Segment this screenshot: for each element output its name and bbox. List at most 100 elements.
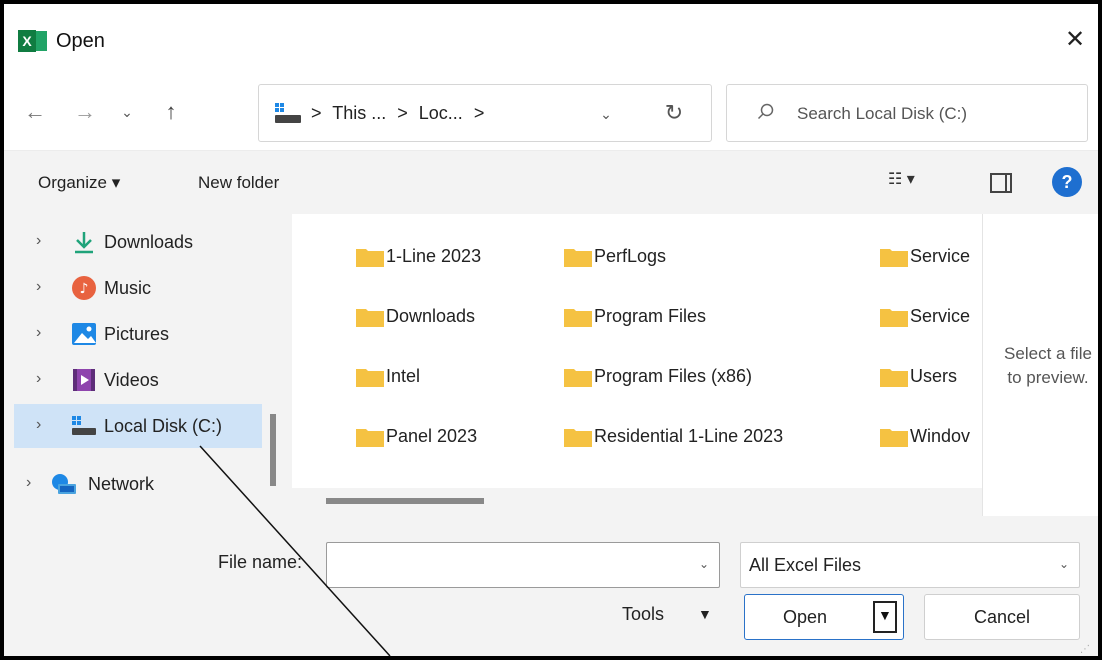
folder-name: Panel 2023: [386, 426, 478, 446]
view-options-button[interactable]: ☷ ▾: [888, 169, 952, 197]
folder-icon: [564, 369, 592, 387]
sidebar-item-label: Videos: [104, 370, 159, 390]
sidebar-item-videos[interactable]: › Videos: [14, 358, 262, 402]
sidebar-item-label: Music: [104, 278, 152, 298]
chevron-right-icon[interactable]: ›: [36, 416, 41, 434]
folder-icon: [880, 429, 908, 447]
preview-pane-button[interactable]: [990, 173, 1012, 193]
folder-name: Service: [910, 306, 971, 326]
folder-icon: [564, 309, 592, 327]
file-list: 1-Line 2023 Downloads Intel Panel 2023 P…: [292, 214, 982, 516]
open-button-label: Open: [783, 607, 828, 627]
resize-grip-icon[interactable]: ⋰: [1080, 644, 1090, 655]
command-bar: Organize ▾ New folder ☷ ▾ ?: [4, 150, 1098, 214]
preview-line: Select a file: [1004, 344, 1092, 363]
folder-icon: [564, 429, 592, 447]
folder-name: Downloads: [386, 306, 476, 326]
breadcrumb-separator[interactable]: >: [474, 103, 485, 123]
chevron-down-icon[interactable]: ⌄: [699, 557, 709, 571]
folder-icon: [880, 249, 908, 267]
network-icon: [52, 474, 76, 494]
address-dropdown-button[interactable]: ⌄: [589, 99, 623, 129]
sidebar-item-pictures[interactable]: › Pictures: [14, 312, 262, 356]
breadcrumb-separator[interactable]: >: [311, 103, 322, 123]
folder-icon: [356, 369, 384, 387]
title-bar: X Open ✕: [4, 4, 1098, 78]
file-name-label: File name:: [218, 552, 303, 572]
close-button[interactable]: ✕: [1054, 20, 1096, 60]
open-button[interactable]: Open ▼: [744, 594, 904, 640]
folder-name: Service: [910, 246, 971, 266]
folder-icon: [356, 309, 384, 327]
breadcrumb: > This ... > Loc... >: [311, 103, 490, 124]
preview-message: Select a file to preview.: [993, 342, 1098, 390]
folder-name: Program Files (x86): [594, 366, 753, 386]
chevron-down-icon[interactable]: ⌄: [1059, 557, 1069, 571]
dialog-footer: File name: ⌄ All Excel Files ⌄ Tools ▼ O…: [4, 516, 1098, 656]
svg-text:X: X: [22, 33, 32, 49]
help-button[interactable]: ?: [1052, 167, 1082, 197]
search-input[interactable]: Search Local Disk (C:): [726, 84, 1088, 142]
folder-name: Users: [910, 366, 958, 386]
music-icon: ♪: [72, 276, 96, 300]
sidebar-item-music[interactable]: › ♪ Music: [14, 266, 262, 310]
folder-name: Intel: [386, 366, 421, 386]
file-type-value: All Excel Files: [749, 555, 862, 575]
sidebar-item-label: Pictures: [104, 324, 170, 344]
folder-name: PerfLogs: [594, 246, 667, 266]
tools-dropdown-icon[interactable]: ▼: [698, 606, 712, 622]
new-folder-button[interactable]: New folder: [198, 173, 279, 193]
chevron-right-icon[interactable]: ›: [26, 474, 31, 492]
sidebar-item-network[interactable]: › Network: [4, 462, 252, 506]
cancel-button[interactable]: Cancel: [924, 594, 1080, 640]
folder-icon: [356, 249, 384, 267]
up-button[interactable]: ↑: [154, 94, 188, 130]
folder-icon: [880, 369, 908, 387]
window-title: Open: [56, 30, 105, 52]
folder-name: Program Files: [594, 306, 707, 326]
excel-icon: X: [18, 30, 47, 52]
svg-text:♪: ♪: [80, 281, 89, 297]
breadcrumb-this-pc[interactable]: This ...: [332, 103, 386, 123]
recent-locations-button[interactable]: ⌄: [110, 94, 144, 130]
preview-pane: Select a file to preview.: [982, 214, 1098, 516]
chevron-right-icon[interactable]: ›: [36, 232, 41, 250]
sidebar-scrollbar[interactable]: [270, 414, 276, 486]
navigation-pane: › Downloads › ♪ Music › Pictures › Video…: [4, 214, 292, 516]
search-placeholder: Search Local Disk (C:): [797, 104, 968, 123]
pictures-icon: [72, 323, 96, 345]
chevron-down-icon: ▼: [878, 607, 892, 623]
horizontal-scrollbar[interactable]: [326, 498, 484, 504]
file-name-input[interactable]: ⌄: [326, 542, 720, 588]
drive-icon: [72, 416, 96, 435]
sidebar-item-label: Local Disk (C:): [104, 416, 223, 436]
back-button[interactable]: ←: [18, 94, 52, 130]
navigation-bar: ← → ⌄ ↑ > This ... > Loc... > ⌄ ↻ Search…: [4, 78, 1098, 150]
tools-button[interactable]: Tools: [622, 604, 664, 625]
sidebar-item-label: Network: [88, 474, 155, 494]
address-bar[interactable]: > This ... > Loc... > ⌄ ↻: [258, 84, 712, 142]
chevron-right-icon[interactable]: ›: [36, 370, 41, 388]
drive-icon: [275, 103, 301, 123]
forward-button[interactable]: →: [68, 94, 102, 130]
file-type-select[interactable]: All Excel Files ⌄: [740, 542, 1080, 588]
folder-name: 1-Line 2023: [386, 246, 482, 266]
sidebar-item-downloads[interactable]: › Downloads: [14, 220, 262, 264]
organize-button[interactable]: Organize ▾: [38, 173, 120, 193]
folder-icon: [564, 249, 592, 267]
folder-icon: [880, 309, 908, 327]
open-dropdown-button[interactable]: ▼: [873, 601, 897, 633]
folder-icon: [356, 429, 384, 447]
sidebar-item-label: Downloads: [104, 232, 194, 252]
preview-line: to preview.: [1007, 368, 1089, 387]
chevron-right-icon[interactable]: ›: [36, 324, 41, 342]
breadcrumb-separator[interactable]: >: [397, 103, 408, 123]
folder-name: Residential 1-Line 2023: [594, 426, 784, 446]
chevron-right-icon[interactable]: ›: [36, 278, 41, 296]
breadcrumb-local-disk[interactable]: Loc...: [419, 103, 463, 123]
open-dialog: X Open ✕ ← → ⌄ ↑ > This ... > Loc... > ⌄…: [0, 0, 1102, 660]
refresh-button[interactable]: ↻: [657, 97, 691, 129]
cancel-button-label: Cancel: [973, 607, 1031, 627]
folder-name: Windov: [910, 426, 971, 446]
sidebar-item-local-disk[interactable]: › Local Disk (C:): [14, 404, 262, 448]
